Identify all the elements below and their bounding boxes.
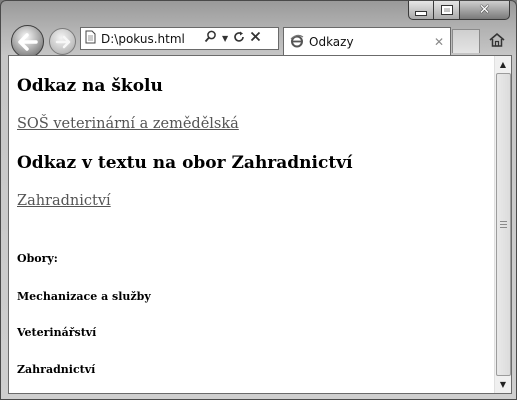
- scroll-thumb[interactable]: [496, 73, 511, 376]
- back-arrow-icon: [17, 32, 38, 51]
- scroll-down-icon[interactable]: ▼: [495, 377, 511, 392]
- tab-title: Odkazy: [309, 35, 354, 49]
- field-item: Veterinářství: [17, 326, 97, 339]
- minimize-icon: [415, 10, 427, 16]
- close-icon: ✕: [478, 2, 491, 18]
- grip-icon: [500, 220, 507, 229]
- vertical-scrollbar[interactable]: ▲ ▼: [494, 56, 511, 393]
- forward-arrow-icon: [55, 35, 70, 48]
- window-caption-buttons: ✕: [408, 1, 510, 21]
- scroll-up-icon[interactable]: ▲: [495, 57, 511, 72]
- link-field[interactable]: Zahradnictví: [17, 193, 111, 209]
- address-url[interactable]: D:\pokus.html: [101, 32, 196, 46]
- address-bar[interactable]: D:\pokus.html ▼: [80, 27, 279, 50]
- page-content: Odkaz na školu SOŠ veterinární a zeměděl…: [8, 55, 512, 394]
- fields-label: Obory:: [17, 252, 58, 265]
- new-tab-button[interactable]: [452, 29, 480, 53]
- heading-field: Odkaz v textu na obor Zahradnictví: [17, 153, 353, 173]
- heading-school: Odkaz na školu: [17, 76, 163, 96]
- link-school[interactable]: SOŠ veterinární a zemědělská: [17, 116, 239, 132]
- maximize-icon: [440, 5, 453, 15]
- stop-icon[interactable]: [250, 31, 261, 46]
- close-window-button[interactable]: ✕: [460, 1, 510, 20]
- dropdown-icon[interactable]: ▼: [222, 34, 228, 43]
- ie-icon: [290, 33, 304, 52]
- address-actions: ▼: [204, 30, 261, 47]
- tab-close-icon[interactable]: ✕: [434, 35, 444, 49]
- home-icon[interactable]: [488, 32, 506, 52]
- minimize-button[interactable]: [408, 1, 434, 20]
- tab-odkazy[interactable]: Odkazy ✕: [283, 27, 451, 56]
- browser-window: ✕ D:\pokus.html ▼ Odkazy ✕ Odkaz na škol…: [0, 0, 517, 400]
- field-item: Mechanizace a služby: [17, 290, 151, 303]
- search-icon[interactable]: [204, 30, 217, 47]
- back-button[interactable]: [11, 25, 44, 58]
- forward-button[interactable]: [49, 28, 76, 55]
- field-item: Zahradnictví: [17, 363, 96, 376]
- refresh-icon[interactable]: [233, 31, 245, 47]
- page-icon: [85, 29, 96, 48]
- maximize-button[interactable]: [434, 1, 460, 20]
